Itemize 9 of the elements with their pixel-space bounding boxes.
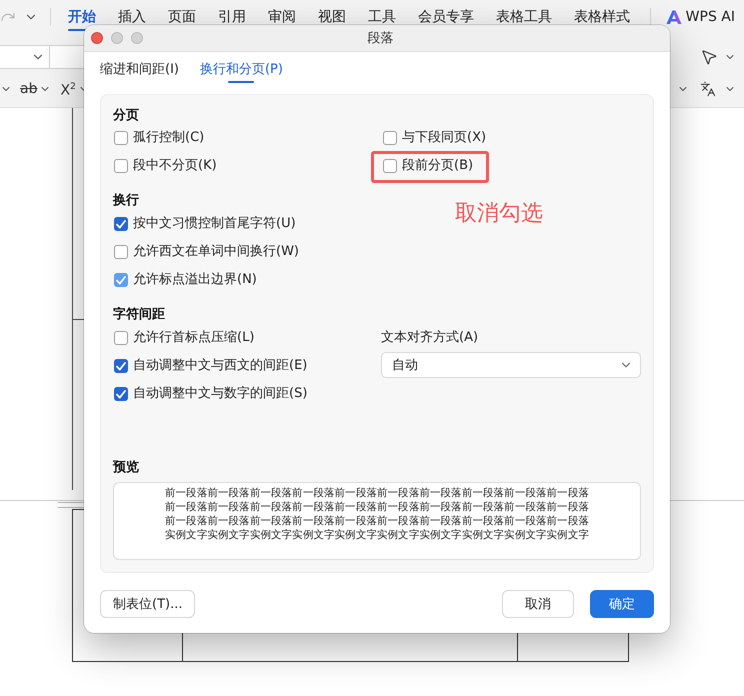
section-heading: 分页	[113, 107, 140, 125]
preview-text: 实例文字实例文字实例文字实例文字实例文字实例文字实例文字实例文字实例文字实例文字	[164, 528, 590, 542]
section-heading: 预览	[113, 459, 140, 477]
section-heading: 字符间距	[113, 306, 166, 324]
section-heading: 换行	[113, 192, 140, 210]
preview-text: 前一段落前一段落前一段落前一段落前一段落前一段落前一段落前一段落前一段落前一段落前一段落前一段落前一段落前一段落前一段落前一段落前一段落前一段落前一段落前一段落前一段落前一段落前一段落前一段落前一段落前一段落前一段落前一段落前一段落前一段落	[164, 486, 590, 528]
annotation-text: 取消勾选	[455, 201, 543, 227]
field-label: 文本对齐方式(A)	[381, 329, 480, 347]
window-title: 段落	[368, 30, 394, 47]
